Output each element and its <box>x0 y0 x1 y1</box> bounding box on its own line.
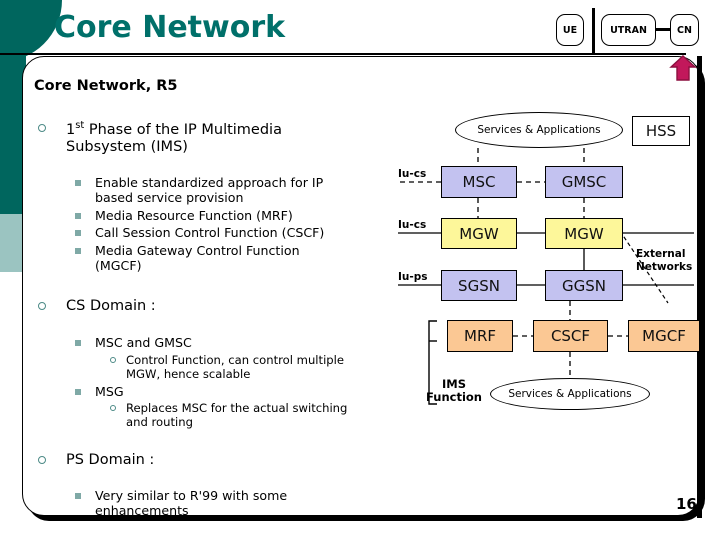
bullet-marker-circle <box>38 302 46 310</box>
bullet-replaces-msc: Replaces MSC for the actual switching an… <box>110 401 416 430</box>
bullet-marker-square <box>75 248 81 254</box>
page-number: 16 <box>676 495 697 513</box>
bullet-marker-square <box>75 340 81 346</box>
bullet-marker-square <box>75 493 81 499</box>
bullet-marker-square <box>75 230 81 236</box>
bullet-text-line1: 1st Phase of the IP Multimedia <box>66 120 282 138</box>
bullet-text-line1: Control Function, can control multiple <box>126 353 345 367</box>
bullet-text-line1: CS Domain : <box>66 298 156 314</box>
bullet-msc-gmsc: MSC and GMSC <box>75 335 395 350</box>
bullet-text-line1: PS Domain : <box>66 452 155 468</box>
bullet-msg: MSG <box>75 384 395 399</box>
slide-canvas: Core Network UE UTRAN CN Core Network, R… <box>0 0 720 540</box>
bullet-cs-domain: CS Domain : <box>38 298 366 315</box>
bullet-text-line2: (MGCF) <box>95 258 142 274</box>
bullet-text-line2: enhancements <box>95 503 189 519</box>
bullet-cscf: Call Session Control Function (CSCF) <box>75 225 405 240</box>
bullet-marker-circle <box>38 124 46 132</box>
bullet-text-line1: Media Resource Function (MRF) <box>95 208 293 223</box>
bullet-text-line1: Replaces MSC for the actual switching <box>126 401 348 415</box>
body-text-layer: Core Network, R5 1st Phase of the IP Mul… <box>0 0 720 540</box>
bullet-text-line2: based service provision <box>95 190 244 206</box>
bullet-mgcf: Media Gateway Control Function (MGCF) <box>75 243 395 274</box>
bullet-marker-circle <box>38 456 46 464</box>
bullet-text-line1: Very similar to R'99 with some <box>95 488 288 503</box>
bullet-text-line1: Enable standardized approach for IP <box>95 175 324 190</box>
bullet-text-line2: MGW, hence scalable <box>126 367 251 382</box>
bullet-marker-square <box>75 389 81 395</box>
bullet-text-line1: Call Session Control Function (CSCF) <box>95 225 325 240</box>
bullet-marker-square <box>75 180 81 186</box>
bullet-marker-circle-small <box>110 357 116 363</box>
bullet-text-line2: Subsystem (IMS) <box>66 138 188 155</box>
bullet-marker-circle-small <box>110 405 116 411</box>
bullet-enable-standardized: Enable standardized approach for IP base… <box>75 175 395 206</box>
bullet-very-similar: Very similar to R'99 with some enhanceme… <box>75 488 395 519</box>
bullet-text-line1: MSC and GMSC <box>95 335 192 350</box>
bullet-ims-phase: 1st Phase of the IP Multimedia Subsystem… <box>38 120 396 156</box>
bullet-mrf: Media Resource Function (MRF) <box>75 208 395 223</box>
bullet-text-line1: MSG <box>95 384 124 399</box>
slide-subtitle: Core Network, R5 <box>34 78 178 94</box>
bullet-marker-square <box>75 213 81 219</box>
bullet-text-line2: and routing <box>126 415 193 430</box>
bullet-control-function: Control Function, can control multiple M… <box>110 353 416 382</box>
bullet-text-line1: Media Gateway Control Function <box>95 243 300 258</box>
bullet-ps-domain: PS Domain : <box>38 452 366 469</box>
